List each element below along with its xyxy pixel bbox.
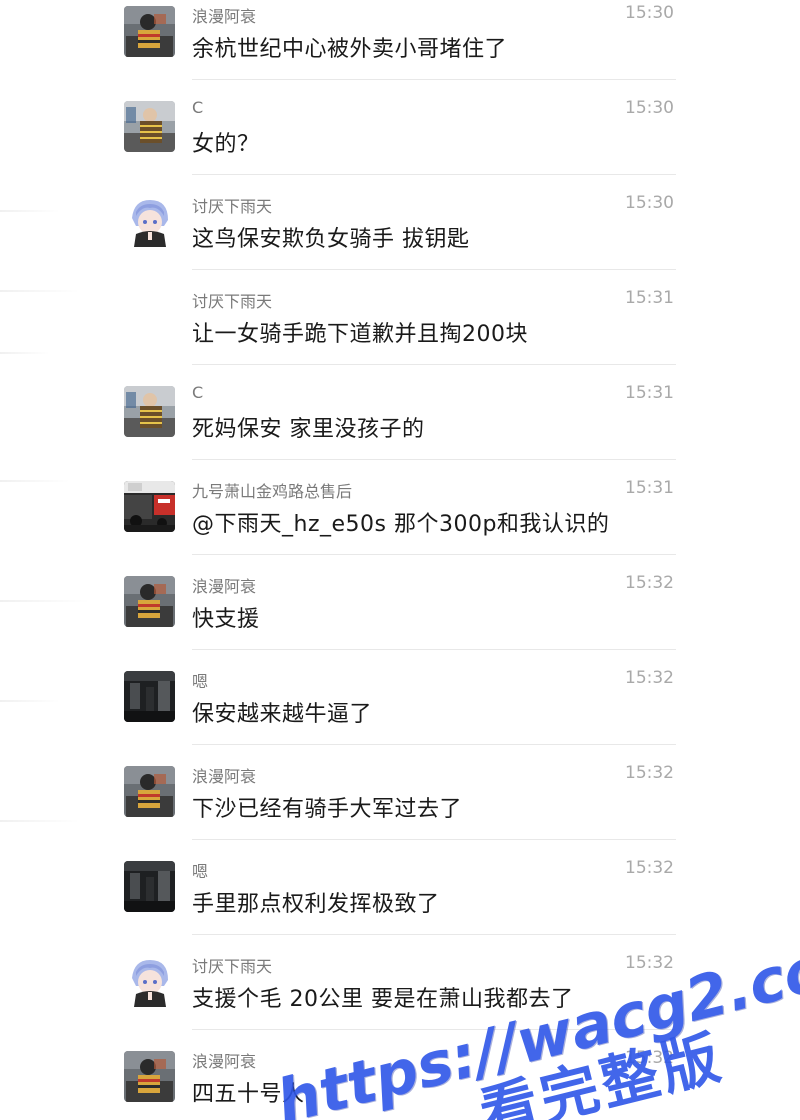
message-time: 15:30 bbox=[625, 193, 674, 213]
message-text: 四五十号人 bbox=[192, 1082, 305, 1107]
divider bbox=[192, 744, 676, 745]
message-text: 支援个毛 20公里 要是在萧山我都去了 bbox=[192, 987, 574, 1012]
divider bbox=[192, 269, 676, 270]
message-time: 15:30 bbox=[625, 98, 674, 118]
message-item[interactable]: 嗯 15:32 保安越来越牛逼了 bbox=[0, 665, 800, 760]
message-list: 浪漫阿衰 15:30 余杭世纪中心被外卖小哥堵住了 C 15:30 女的？ 讨厌… bbox=[0, 0, 800, 1120]
sender-name: 浪漫阿衰 bbox=[192, 767, 257, 786]
message-item[interactable]: C 15:31 死妈保安 家里没孩子的 bbox=[0, 380, 800, 475]
sender-name: 讨厌下雨天 bbox=[192, 197, 273, 216]
message-time: 15:32 bbox=[625, 953, 674, 973]
message-time: 15:32 bbox=[625, 858, 674, 878]
avatar-shop-icon bbox=[124, 481, 175, 532]
sender-name: C bbox=[192, 98, 204, 117]
avatar[interactable] bbox=[124, 196, 175, 247]
message-item[interactable]: 浪漫阿衰 15:32 下沙已经有骑手大军过去了 bbox=[0, 760, 800, 855]
message-text: 手里那点权利发挥极致了 bbox=[192, 892, 440, 917]
avatar-a-icon bbox=[124, 1051, 175, 1102]
sender-name: 嗯 bbox=[192, 862, 209, 881]
divider bbox=[192, 554, 676, 555]
message-text: 快支援 bbox=[192, 607, 260, 632]
avatar-a-icon bbox=[124, 766, 175, 817]
message-time: 15:32 bbox=[625, 573, 674, 593]
message-time: 15:30 bbox=[625, 3, 674, 23]
avatar-a-icon bbox=[124, 6, 175, 57]
message-item[interactable]: 浪漫阿衰 15:32 快支援 bbox=[0, 570, 800, 665]
sender-name: 讨厌下雨天 bbox=[192, 292, 273, 311]
divider bbox=[192, 839, 676, 840]
message-text: 死妈保安 家里没孩子的 bbox=[192, 417, 425, 442]
divider bbox=[192, 649, 676, 650]
chat-screen: 浪漫阿衰 15:30 余杭世纪中心被外卖小哥堵住了 C 15:30 女的？ 讨厌… bbox=[0, 0, 800, 1120]
message-time: 15:31 bbox=[625, 478, 674, 498]
sender-name: 浪漫阿衰 bbox=[192, 7, 257, 26]
message-item[interactable]: 讨厌下雨天 15:31 让一女骑手跪下道歉并且掏200块 bbox=[0, 285, 800, 380]
avatar[interactable] bbox=[124, 1051, 175, 1102]
message-time: 15:32 bbox=[625, 1048, 674, 1068]
avatar[interactable] bbox=[124, 671, 175, 722]
divider bbox=[192, 364, 676, 365]
sender-name: 讨厌下雨天 bbox=[192, 957, 273, 976]
message-item[interactable]: 浪漫阿衰 15:30 余杭世纪中心被外卖小哥堵住了 bbox=[0, 0, 800, 95]
divider bbox=[192, 1029, 676, 1030]
message-item[interactable]: 讨厌下雨天 15:30 这鸟保安欺负女骑手 拔钥匙 bbox=[0, 190, 800, 285]
sender-name: 嗯 bbox=[192, 672, 209, 691]
divider bbox=[192, 174, 676, 175]
message-text: 女的？ bbox=[192, 132, 260, 157]
avatar[interactable] bbox=[124, 861, 175, 912]
avatar[interactable] bbox=[124, 386, 175, 437]
avatar-c-icon bbox=[124, 386, 175, 437]
avatar[interactable] bbox=[124, 101, 175, 152]
sender-name: 浪漫阿衰 bbox=[192, 1052, 257, 1071]
message-text: 让一女骑手跪下道歉并且掏200块 bbox=[192, 322, 528, 347]
message-time: 15:32 bbox=[625, 763, 674, 783]
message-item[interactable]: C 15:30 女的？ bbox=[0, 95, 800, 190]
message-item[interactable]: 九号萧山金鸡路总售后 15:31 @下雨天_hz_e50s 那个300p和我认识… bbox=[0, 475, 800, 570]
sender-name: C bbox=[192, 383, 204, 402]
avatar-dark-icon bbox=[124, 671, 175, 722]
message-text: 保安越来越牛逼了 bbox=[192, 702, 373, 727]
avatar-anime-icon bbox=[124, 956, 175, 1007]
sender-name: 浪漫阿衰 bbox=[192, 577, 257, 596]
avatar[interactable] bbox=[124, 6, 175, 57]
message-time: 15:31 bbox=[625, 383, 674, 403]
divider bbox=[192, 934, 676, 935]
message-text: 余杭世纪中心被外卖小哥堵住了 bbox=[192, 37, 508, 62]
message-item[interactable]: 浪漫阿衰 15:32 四五十号人 bbox=[0, 1045, 800, 1120]
divider bbox=[192, 459, 676, 460]
avatar-a-icon bbox=[124, 576, 175, 627]
avatar[interactable] bbox=[124, 766, 175, 817]
avatar-c-icon bbox=[124, 101, 175, 152]
message-item[interactable]: 讨厌下雨天 15:32 支援个毛 20公里 要是在萧山我都去了 bbox=[0, 950, 800, 1045]
avatar[interactable] bbox=[124, 956, 175, 1007]
message-time: 15:31 bbox=[625, 288, 674, 308]
divider bbox=[192, 79, 676, 80]
message-text: 下沙已经有骑手大军过去了 bbox=[192, 797, 463, 822]
message-text: 这鸟保安欺负女骑手 拔钥匙 bbox=[192, 227, 470, 252]
avatar-anime-icon bbox=[124, 196, 175, 247]
avatar[interactable] bbox=[124, 576, 175, 627]
sender-name: 九号萧山金鸡路总售后 bbox=[192, 482, 353, 501]
message-text: @下雨天_hz_e50s 那个300p和我认识的 bbox=[192, 512, 610, 537]
message-item[interactable]: 嗯 15:32 手里那点权利发挥极致了 bbox=[0, 855, 800, 950]
message-time: 15:32 bbox=[625, 668, 674, 688]
avatar-dark-icon bbox=[124, 861, 175, 912]
avatar[interactable] bbox=[124, 481, 175, 532]
